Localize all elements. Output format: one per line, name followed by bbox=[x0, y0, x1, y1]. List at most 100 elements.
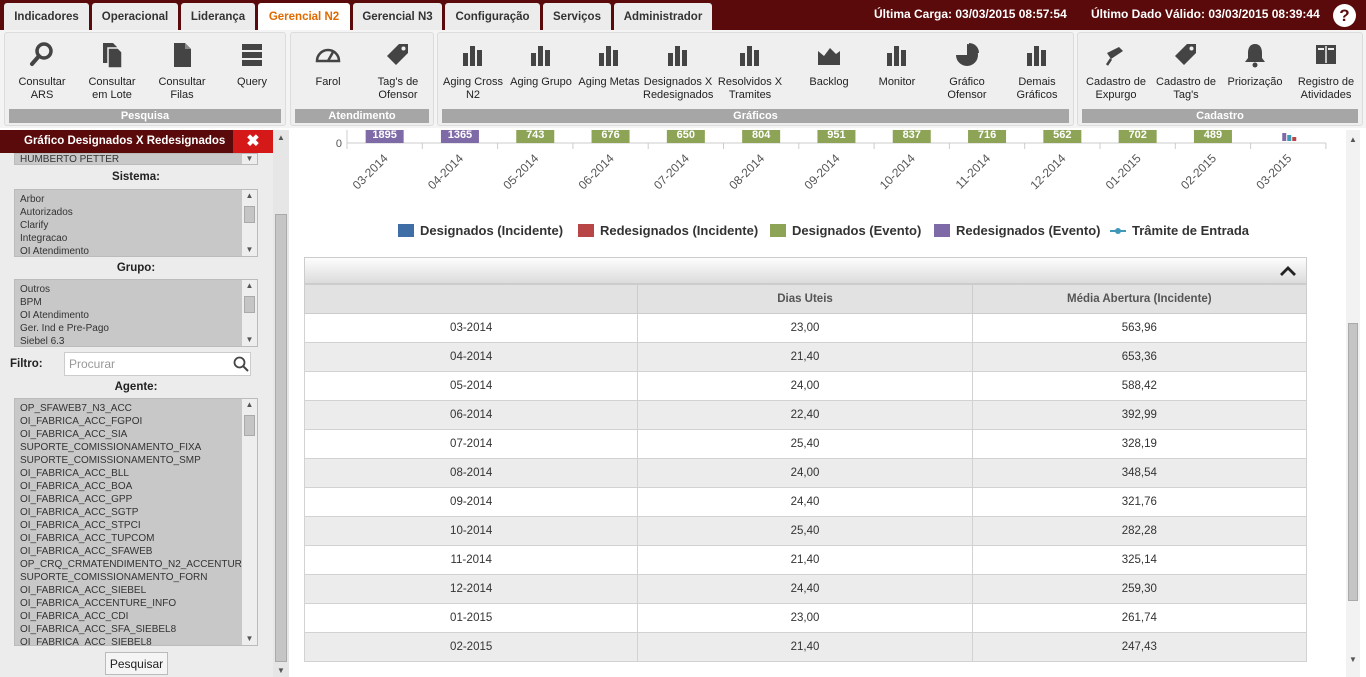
scroll-up-arrow[interactable]: ▲ bbox=[242, 190, 257, 202]
resolvidos-x-tramites-button[interactable]: Resolvidos X Tramites bbox=[715, 41, 785, 109]
grupo-option[interactable]: Siebel 6.3 bbox=[15, 335, 257, 346]
scroll-up-arrow[interactable]: ▲ bbox=[1346, 135, 1360, 144]
agente-option[interactable]: OI_FABRICA_ACC_SFA_SIEBEL8 bbox=[15, 623, 257, 636]
agente-option[interactable]: OI_FABRICA_ACC_FGPOI bbox=[15, 415, 257, 428]
monitor-button[interactable]: Monitor bbox=[862, 41, 932, 109]
tab-gerencial-n2[interactable]: Gerencial N2 bbox=[258, 3, 350, 30]
agente-listbox[interactable]: OP_SFAWEB7_N3_ACC OI_FABRICA_ACC_FGPOI OI_… bbox=[14, 398, 258, 646]
search-icon bbox=[7, 41, 77, 69]
scroll-thumb[interactable] bbox=[275, 214, 287, 662]
consultar-filas-button[interactable]: Consultar Filas bbox=[147, 41, 217, 109]
scroll-down-arrow[interactable]: ▼ bbox=[242, 633, 257, 645]
grafico-ofensor-button[interactable]: Gráfico Ofensor bbox=[932, 41, 1002, 109]
consultar-em-lote-button[interactable]: Consultar em Lote bbox=[77, 41, 147, 109]
filter-search-input[interactable] bbox=[64, 352, 251, 376]
demais-graficos-button[interactable]: Demais Gráficos bbox=[1002, 41, 1072, 109]
agente-option[interactable]: OI_FABRICA_ACCENTURE_INFO bbox=[15, 597, 257, 610]
table-row: 11-2014 21,40 325,14 bbox=[303, 545, 1308, 575]
agente-option[interactable]: OI_FABRICA_ACC_SFAWEB bbox=[15, 545, 257, 558]
cadastro-de-expurgo-button[interactable]: Cadastro de Expurgo bbox=[1081, 41, 1151, 109]
agente-option[interactable]: OI_FABRICA_ACC_STPCI bbox=[15, 519, 257, 532]
previous-list-box[interactable]: HUMBERTO PETTER ▼ bbox=[14, 153, 258, 165]
help-icon[interactable]: ? bbox=[1333, 4, 1356, 27]
scroll-up-arrow[interactable]: ▲ bbox=[242, 280, 257, 292]
grupo-option[interactable]: Ger. Ind e Pre-Pago bbox=[15, 322, 257, 335]
tab-gerencial-n3[interactable]: Gerencial N3 bbox=[353, 3, 442, 30]
aging-grupo-button[interactable]: Aging Grupo bbox=[506, 41, 576, 109]
legend-item[interactable]: Redesignados (Evento) bbox=[934, 223, 1100, 238]
agente-option[interactable]: OI_FABRICA_ACC_SGTP bbox=[15, 506, 257, 519]
chevron-up-icon[interactable] bbox=[1278, 262, 1298, 280]
grupo-listbox[interactable]: Outros BPM OI Atendimento Ger. Ind e Pre-Pa… bbox=[14, 279, 258, 347]
scroll-down-arrow[interactable]: ▼ bbox=[1346, 655, 1360, 664]
sistema-listbox[interactable]: Arbor Autorizados Clarify Integracao OI Aten… bbox=[14, 189, 258, 257]
consultar-ars-button[interactable]: Consultar ARS bbox=[7, 41, 77, 109]
scroll-thumb[interactable] bbox=[244, 206, 255, 223]
tab-configuracao[interactable]: Configuração bbox=[445, 3, 540, 30]
scroll-up-arrow[interactable]: ▲ bbox=[273, 133, 289, 142]
scroll-down-arrow[interactable]: ▼ bbox=[242, 244, 257, 256]
tab-servicos[interactable]: Serviços bbox=[543, 3, 611, 30]
designados-x-redesignados-button[interactable]: Designados X Redesignados bbox=[643, 41, 713, 109]
sistema-option[interactable]: OI Atendimento bbox=[15, 245, 257, 256]
query-button[interactable]: Query bbox=[217, 41, 287, 109]
agente-option[interactable]: SUPORTE_COMISSIONAMENTO_FIXA bbox=[15, 441, 257, 454]
pesquisar-button[interactable]: Pesquisar bbox=[105, 652, 168, 675]
close-icon[interactable]: ✖ bbox=[233, 130, 273, 153]
scroll-down-arrow[interactable]: ▼ bbox=[242, 154, 257, 164]
legend-item[interactable]: Redesignados (Incidente) bbox=[578, 223, 758, 238]
legend-item[interactable]: Designados (Incidente) bbox=[398, 223, 563, 238]
agente-option[interactable]: OI_FABRICA_ACC_SIEBEL8 bbox=[15, 636, 257, 645]
grupo-option[interactable]: OI Atendimento bbox=[15, 309, 257, 322]
backlog-button[interactable]: Backlog bbox=[794, 41, 864, 109]
main-scrollbar[interactable]: ▲ ▼ bbox=[1346, 130, 1360, 677]
scroll-up-arrow[interactable]: ▲ bbox=[242, 399, 257, 411]
collapse-bar[interactable] bbox=[304, 257, 1307, 284]
agente-option[interactable]: OP_CRQ_CRMATENDIMENTO_N2_ACCENTURE bbox=[15, 558, 257, 571]
aging-cross-n2-button[interactable]: Aging Cross N2 bbox=[438, 41, 508, 109]
ribbon-group-title: Cadastro bbox=[1082, 109, 1358, 123]
agente-option[interactable]: SUPORTE_COMISSIONAMENTO_FORN bbox=[15, 571, 257, 584]
legend-item[interactable]: Designados (Evento) bbox=[770, 223, 921, 238]
sistema-option[interactable]: Arbor bbox=[15, 193, 257, 206]
priorizacao-button[interactable]: Priorização bbox=[1220, 41, 1290, 109]
chart-bar[interactable] bbox=[1287, 135, 1292, 141]
sistema-option[interactable]: Integracao bbox=[15, 232, 257, 245]
grupo-option[interactable]: BPM bbox=[15, 296, 257, 309]
agente-option[interactable]: OI_FABRICA_ACC_CDI bbox=[15, 610, 257, 623]
sistema-option[interactable]: Autorizados bbox=[15, 206, 257, 219]
scroll-thumb[interactable] bbox=[1348, 323, 1358, 601]
agente-option[interactable]: OI_FABRICA_ACC_SIA bbox=[15, 428, 257, 441]
farol-button[interactable]: Farol bbox=[293, 41, 363, 109]
chart-bar[interactable] bbox=[1282, 133, 1287, 141]
agente-option[interactable]: OI_FABRICA_ACC_BLL bbox=[15, 467, 257, 480]
tab-lideranca[interactable]: Liderança bbox=[181, 3, 255, 30]
tab-indicadores[interactable]: Indicadores bbox=[4, 3, 89, 30]
grupo-option[interactable]: Outros bbox=[15, 283, 257, 296]
scroll-thumb[interactable] bbox=[244, 296, 255, 313]
agente-option[interactable]: OI_FABRICA_ACC_TUPCOM bbox=[15, 532, 257, 545]
panel-scrollbar[interactable]: ▲ ▼ bbox=[273, 130, 289, 677]
agente-option[interactable]: OI_FABRICA_ACC_SIEBEL bbox=[15, 584, 257, 597]
tags-de-ofensor-button[interactable]: Tag's de Ofensor bbox=[363, 41, 433, 109]
search-icon[interactable] bbox=[233, 356, 249, 372]
chart-bar[interactable] bbox=[1292, 137, 1297, 141]
scroll-down-arrow[interactable]: ▼ bbox=[242, 334, 257, 346]
sistema-option[interactable]: Clarify bbox=[15, 219, 257, 232]
list-item[interactable]: HUMBERTO PETTER bbox=[15, 154, 257, 164]
agente-option[interactable]: OI_FABRICA_ACC_GPP bbox=[15, 493, 257, 506]
cadastro-de-tags-button[interactable]: Cadastro de Tag's bbox=[1151, 41, 1221, 109]
tab-administrador[interactable]: Administrador bbox=[614, 3, 712, 30]
button-label-line1: Consultar bbox=[18, 76, 66, 88]
scroll-down-arrow[interactable]: ▼ bbox=[273, 666, 289, 675]
agente-option[interactable]: OI_FABRICA_ACC_BOA bbox=[15, 480, 257, 493]
table-cell: 247,43 bbox=[971, 632, 1308, 662]
agente-option[interactable]: OP_SFAWEB7_N3_ACC bbox=[15, 402, 257, 415]
scroll-thumb[interactable] bbox=[244, 415, 255, 436]
aging-metas-button[interactable]: Aging Metas bbox=[574, 41, 644, 109]
legend-item[interactable]: Trâmite de Entrada bbox=[1110, 223, 1249, 238]
tab-operacional[interactable]: Operacional bbox=[92, 3, 178, 30]
registro-de-atividades-button[interactable]: Registro de Atividades bbox=[1291, 41, 1361, 109]
agente-option[interactable]: SUPORTE_COMISSIONAMENTO_SMP bbox=[15, 454, 257, 467]
table-cell: 02-2015 bbox=[303, 632, 639, 662]
